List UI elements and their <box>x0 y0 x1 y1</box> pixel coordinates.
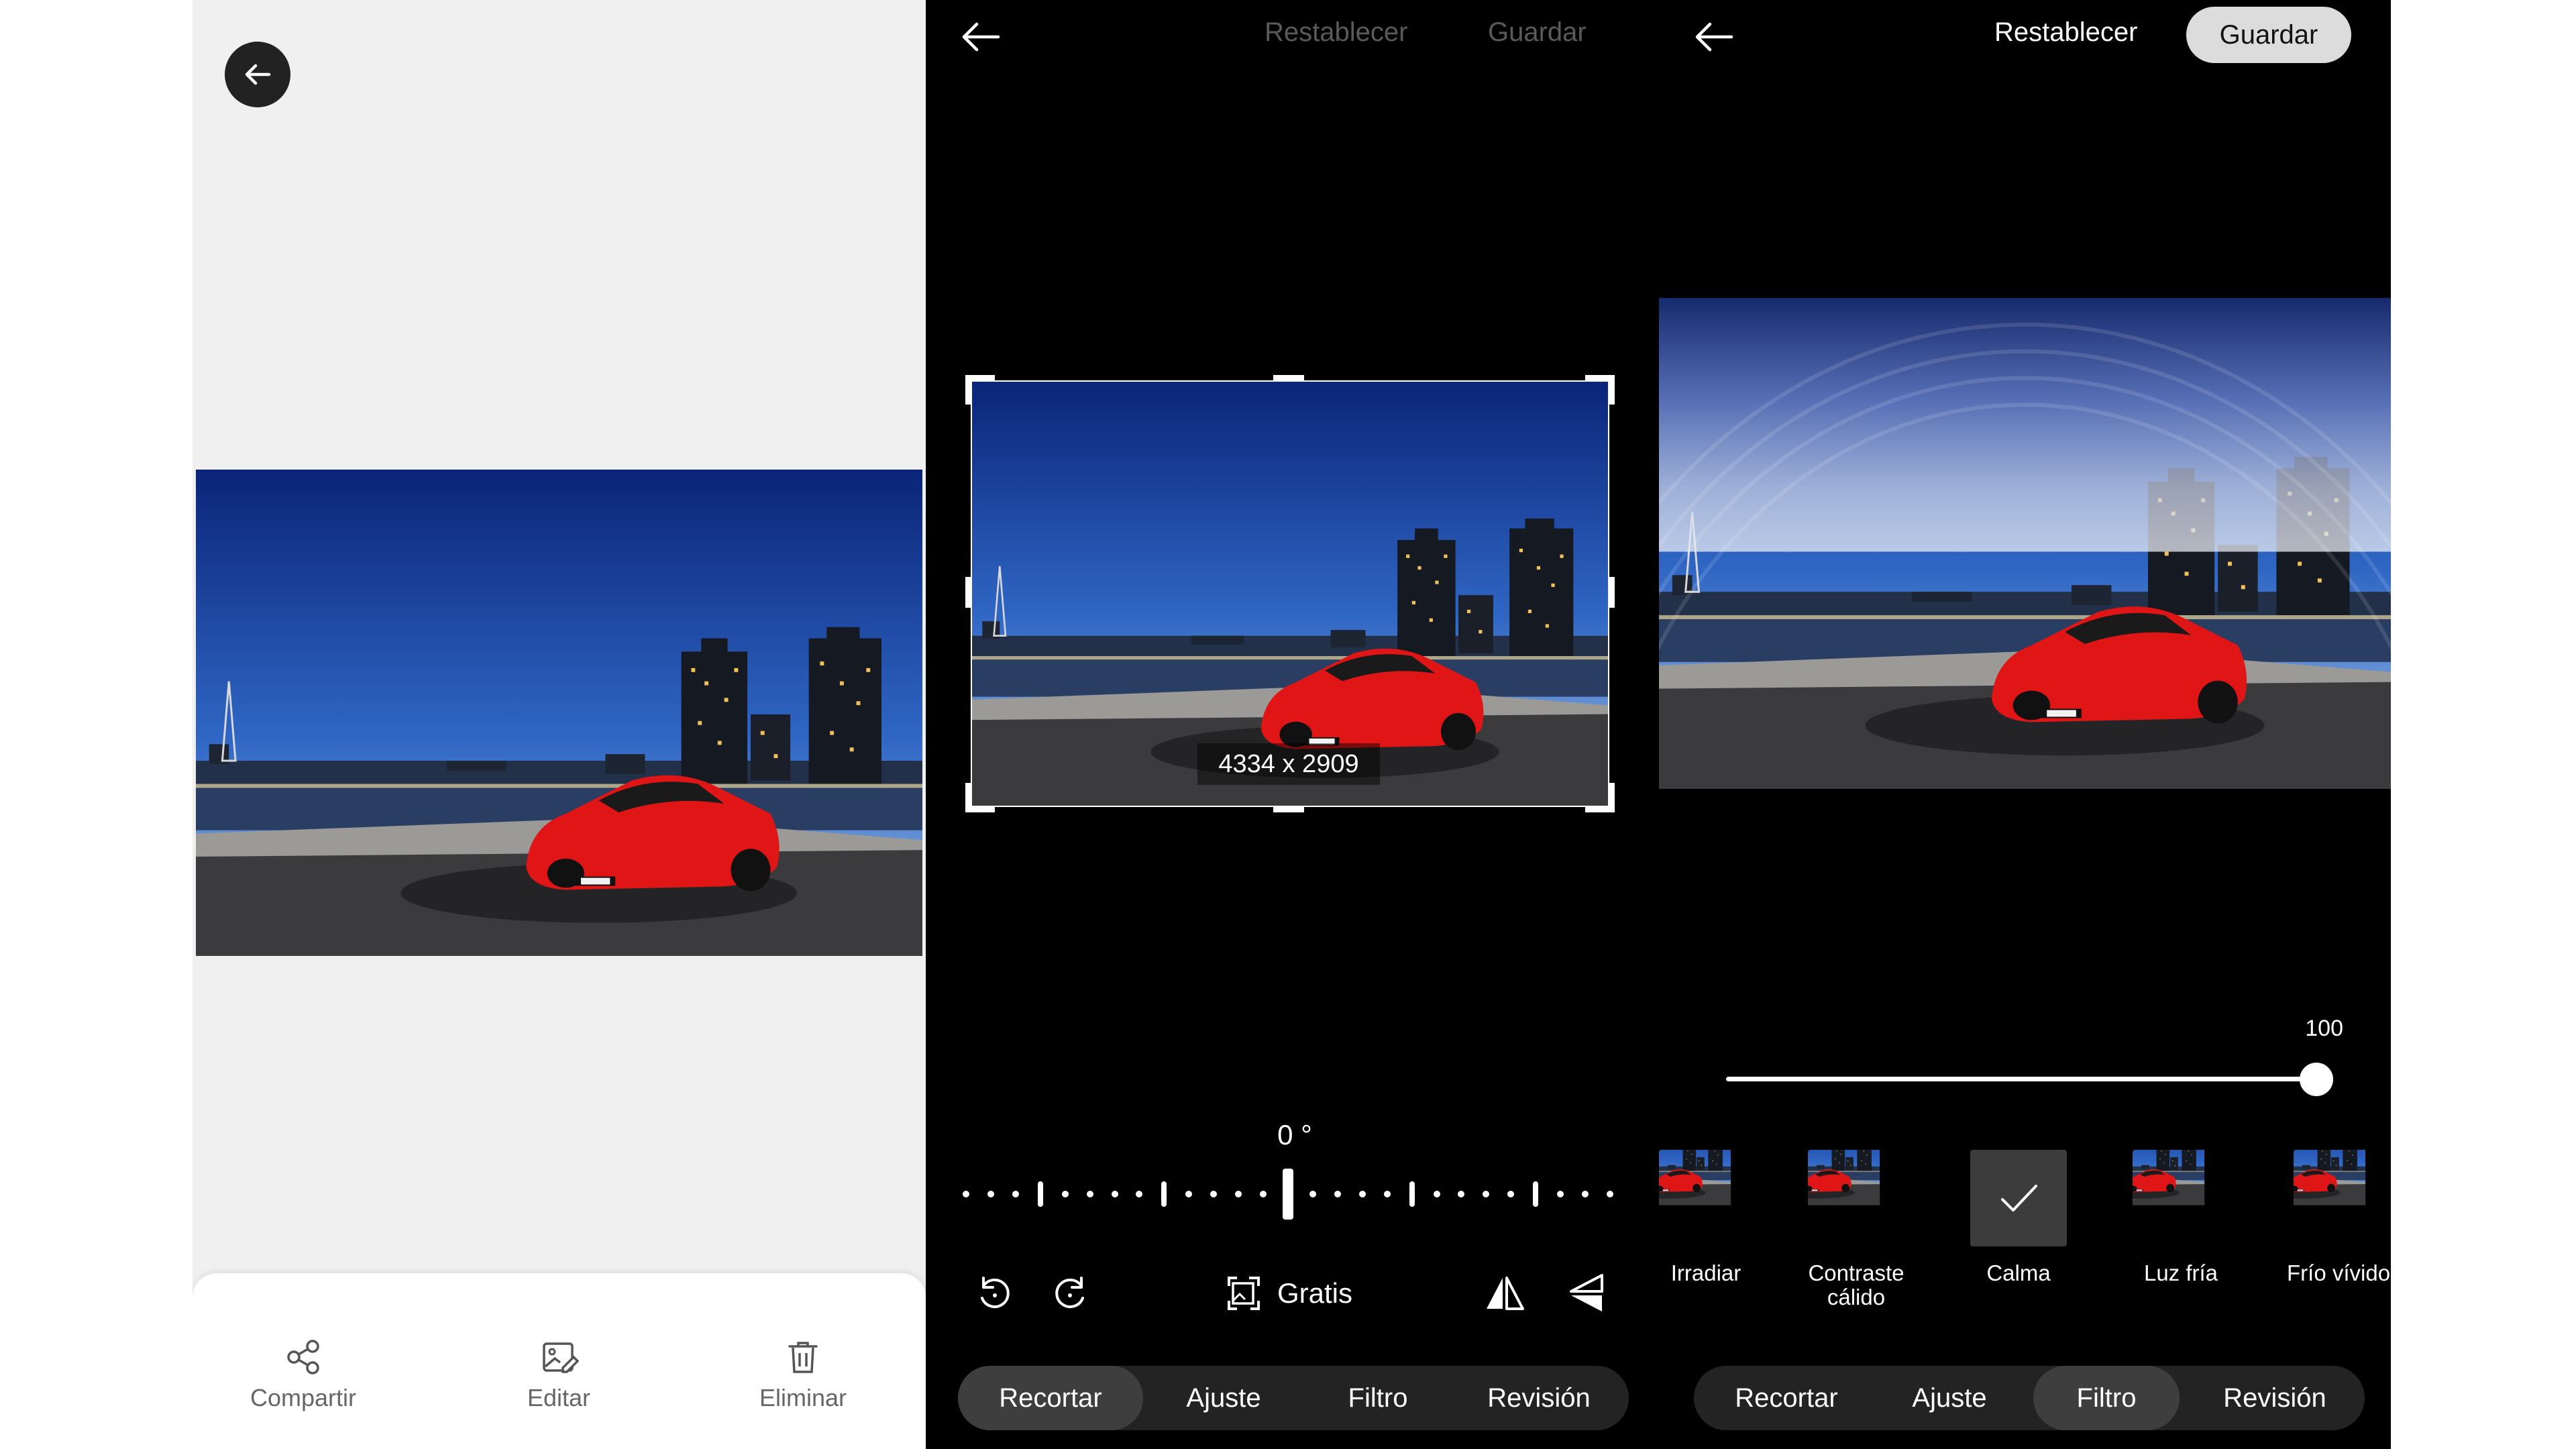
dial-tick <box>1086 1191 1093 1197</box>
slider-track <box>1726 1077 2316 1081</box>
tab-filter[interactable]: Filtro <box>2033 1366 2180 1430</box>
tab-review[interactable]: Revisión <box>2188 1366 2362 1430</box>
checkmark-icon <box>2001 1185 2037 1212</box>
crop-handle-top[interactable] <box>1273 375 1304 380</box>
photo-viewer-panel: Compartir Editar Eliminar <box>193 0 926 1449</box>
aspect-ratio-button[interactable]: Gratis <box>1221 1270 1352 1317</box>
aspect-ratio-label: Gratis <box>1277 1277 1353 1309</box>
back-button[interactable] <box>225 42 290 107</box>
crop-handle-top-left-v[interactable] <box>965 375 971 405</box>
dial-tick <box>1483 1191 1490 1197</box>
filter-tab-bar: Recortar Ajuste Filtro Revisión <box>1694 1366 2365 1430</box>
trash-icon <box>788 1342 818 1373</box>
dial-tick <box>1458 1191 1465 1197</box>
dial-tick <box>1161 1181 1167 1207</box>
dial-tick <box>1383 1191 1391 1197</box>
flip-vertical-button[interactable] <box>1564 1271 1609 1319</box>
intensity-value: 100 <box>2305 1016 2343 1041</box>
reset-button[interactable]: Restablecer <box>1265 17 1407 48</box>
dial-tick <box>1533 1181 1539 1207</box>
dial-tick <box>1557 1191 1564 1197</box>
filter-label-luz-fria: Luz fría <box>2143 1260 2218 1285</box>
flip-horizontal-icon <box>1487 1277 1524 1310</box>
back-arrow-icon[interactable] <box>1693 19 1735 55</box>
tab-filter[interactable]: Filtro <box>1304 1366 1452 1430</box>
dial-tick <box>1582 1191 1589 1197</box>
photo <box>196 470 922 956</box>
dimensions-badge: 4334 x 2909 <box>1197 743 1380 785</box>
share-label: Compartir <box>250 1384 357 1411</box>
dial-tick <box>963 1191 969 1197</box>
dial-tick <box>1607 1191 1613 1197</box>
crop-handle-right[interactable] <box>1609 577 1615 608</box>
filter-thumb-calma[interactable] <box>1970 1150 2067 1246</box>
share-button[interactable]: Compartir <box>223 1337 384 1412</box>
dial-tick <box>987 1191 994 1197</box>
reset-button[interactable]: Restablecer <box>1994 17 2137 48</box>
save-label: Guardar <box>2219 20 2318 50</box>
delete-label: Eliminar <box>759 1384 847 1411</box>
dial-tick <box>1185 1191 1193 1197</box>
filter-thumb-contraste-calido[interactable] <box>1808 1150 1904 1246</box>
crop-handle-left[interactable] <box>965 577 971 608</box>
dial-tick <box>1309 1191 1316 1197</box>
rotate-left-button[interactable] <box>973 1271 1017 1319</box>
dial-tick <box>1012 1191 1019 1197</box>
tab-adjust[interactable]: Ajuste <box>1879 1366 2020 1430</box>
share-icon <box>287 1340 319 1375</box>
filter-thumb-irradiar[interactable] <box>1659 1150 1756 1246</box>
slider-thumb[interactable] <box>2300 1063 2333 1096</box>
action-sheet: Compartir Editar Eliminar <box>193 1273 926 1449</box>
tab-crop[interactable]: Recortar <box>958 1366 1143 1430</box>
edit-button[interactable]: Editar <box>478 1337 639 1412</box>
dial-tick <box>1037 1181 1043 1207</box>
crop-tab-bar: Recortar Ajuste Filtro Revisión <box>958 1366 1629 1430</box>
crop-handle-bottom[interactable] <box>1273 807 1304 812</box>
crop-handle-top-right-v[interactable] <box>1609 375 1615 405</box>
edit-image-icon <box>543 1342 579 1373</box>
filtered-photo <box>1659 298 2391 789</box>
crop-handle-bottom-right-v[interactable] <box>1609 783 1615 812</box>
flip-horizontal-button[interactable] <box>1483 1271 1527 1319</box>
dial-tick <box>1136 1191 1143 1197</box>
aspect-ratio-icon <box>1228 1277 1260 1310</box>
intensity-slider[interactable] <box>1726 1060 2333 1097</box>
dial-tick <box>1433 1191 1440 1197</box>
filter-thumb-luz-fria[interactable] <box>2133 1150 2229 1246</box>
edit-label: Editar <box>527 1384 591 1411</box>
rotate-left-icon <box>981 1277 1010 1308</box>
rotation-angle: 0 ° <box>1277 1119 1312 1150</box>
dial-tick <box>1507 1191 1515 1197</box>
filter-label-irradiar: Irradiar <box>1670 1260 1741 1285</box>
arrow-left-icon <box>245 64 271 85</box>
dimensions-text: 4334 x 2909 <box>1218 750 1359 778</box>
filter-label-calma: Calma <box>1986 1260 2051 1285</box>
dial-tick <box>1210 1191 1218 1197</box>
crop-handle-bottom-left-v[interactable] <box>965 783 971 812</box>
filter-thumb-frio-vivido[interactable] <box>2294 1150 2390 1246</box>
dial-tick <box>1334 1191 1341 1197</box>
dial-tick <box>1358 1191 1366 1197</box>
dial-tick <box>1061 1191 1069 1197</box>
dial-tick <box>1111 1191 1118 1197</box>
filter-label-contraste-calido: Contraste cálido <box>1808 1260 1904 1309</box>
save-button[interactable]: Guardar <box>2186 7 2351 63</box>
delete-button[interactable]: Eliminar <box>722 1337 883 1412</box>
dial-center-marker <box>1283 1169 1293 1220</box>
dial-tick <box>1409 1181 1415 1207</box>
tab-adjust[interactable]: Ajuste <box>1143 1366 1304 1430</box>
filter-label-frio-vivido: Frío vívido <box>2287 1260 2391 1285</box>
rotate-right-icon <box>1055 1277 1084 1308</box>
back-arrow-icon[interactable] <box>959 19 1002 55</box>
rotate-right-button[interactable] <box>1048 1271 1092 1319</box>
dial-tick <box>1235 1191 1242 1197</box>
tab-crop[interactable]: Recortar <box>1694 1366 1879 1430</box>
tab-review[interactable]: Revisión <box>1452 1366 1626 1430</box>
flip-vertical-icon <box>1570 1274 1603 1311</box>
save-button[interactable]: Guardar <box>1488 17 1587 48</box>
dial-tick <box>1260 1191 1267 1197</box>
rotation-dial[interactable] <box>963 1167 1613 1221</box>
filter-editor-panel: Restablecer Guardar 100 Irradiar Contras… <box>1659 0 2391 1449</box>
crop-editor-panel: Restablecer Guardar 4334 x 2909 0 ° Grat… <box>926 0 1659 1449</box>
